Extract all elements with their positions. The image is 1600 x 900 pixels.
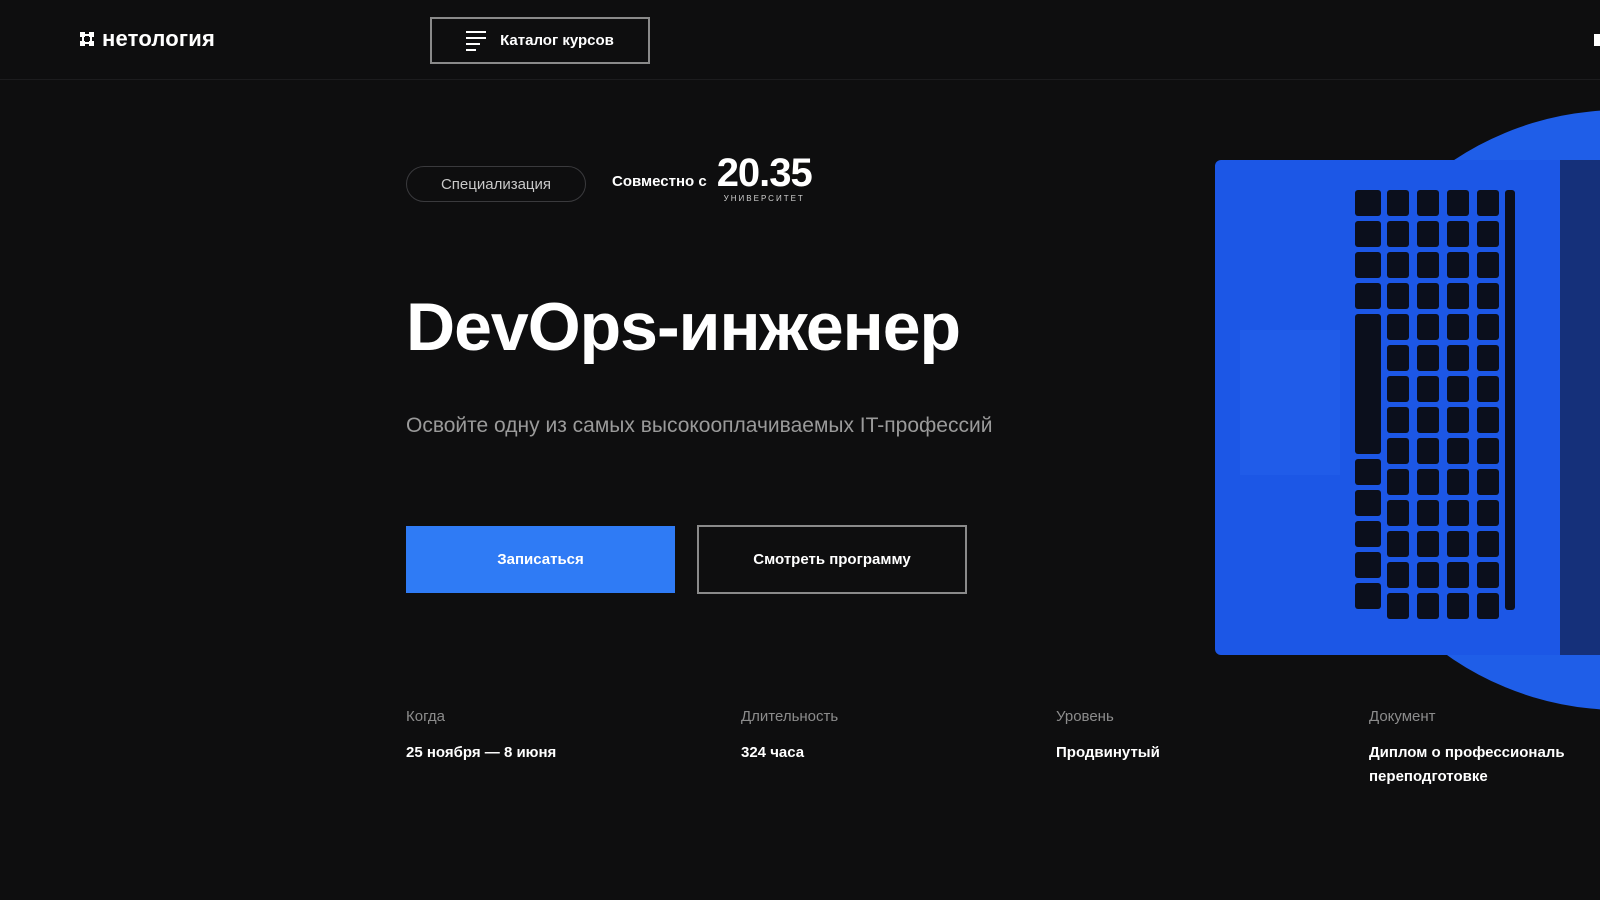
- keyboard-key: [1447, 314, 1469, 340]
- keyboard-key: [1447, 438, 1469, 464]
- enroll-button[interactable]: Записаться: [406, 526, 675, 593]
- logo-text: нетология: [102, 26, 216, 51]
- keyboard-key: [1355, 583, 1381, 609]
- keyboard-key: [1477, 190, 1499, 216]
- keyboard-key: [1387, 407, 1409, 433]
- keyboard-key: [1387, 252, 1409, 278]
- keyboard-key: [1447, 469, 1469, 495]
- keyboard-key: [1387, 500, 1409, 526]
- keyboard-key: [1447, 376, 1469, 402]
- keyboard-key: [1447, 252, 1469, 278]
- keyboard-key: [1355, 552, 1381, 578]
- keyboard-key: [1505, 190, 1515, 610]
- keyboard-key: [1417, 252, 1439, 278]
- catalog-button[interactable]: Каталог курсов: [430, 17, 650, 64]
- partner-prefix: Совместно с: [612, 173, 707, 190]
- keyboard-key: [1417, 593, 1439, 619]
- keyboard-key: [1417, 314, 1439, 340]
- keyboard-key: [1477, 562, 1499, 588]
- keyboard-key: [1355, 521, 1381, 547]
- keyboard-key: [1477, 438, 1499, 464]
- keyboard-key: [1417, 469, 1439, 495]
- partner-logo-subtitle: УНИВЕРСИТЕТ: [723, 194, 805, 203]
- keyboard-key: [1387, 221, 1409, 247]
- keyboard-key: [1387, 438, 1409, 464]
- keyboard-key: [1387, 593, 1409, 619]
- keyboard-key: [1477, 469, 1499, 495]
- keyboard-key: [1447, 531, 1469, 557]
- fact-value: 25 ноября — 8 июня: [406, 744, 557, 761]
- specialization-tag: Специализация: [406, 166, 586, 202]
- fact-value: Продвинутый: [1056, 744, 1160, 761]
- university-2035-logo: 20.35 УНИВЕРСИТЕТ: [716, 151, 813, 203]
- netology-logo-icon: [78, 30, 96, 48]
- page-title: DevOps-инженер: [406, 289, 961, 365]
- keyboard-key: [1387, 314, 1409, 340]
- site-header: нетология Каталог курсов: [0, 0, 1600, 80]
- keyboard-key: [1477, 593, 1499, 619]
- keyboard-key: [1417, 562, 1439, 588]
- keyboard-key: [1477, 500, 1499, 526]
- fact-when: Когда 25 ноября — 8 июня: [406, 708, 556, 765]
- keyboard-key: [1387, 283, 1409, 309]
- keyboard-key: [1477, 376, 1499, 402]
- keyboard-key: [1417, 221, 1439, 247]
- keyboard-key: [1477, 345, 1499, 371]
- keyboard-key: [1477, 407, 1499, 433]
- keyboard-key: [1477, 221, 1499, 247]
- keyboard-key: [1447, 500, 1469, 526]
- keyboard-key: [1387, 190, 1409, 216]
- keyboard-key: [1447, 562, 1469, 588]
- keyboard-key: [1447, 407, 1469, 433]
- keyboard-key: [1355, 459, 1381, 485]
- keyboard-key: [1387, 469, 1409, 495]
- keyboard-key: [1417, 190, 1439, 216]
- keyboard-key: [1417, 345, 1439, 371]
- keyboard-key: [1355, 283, 1381, 309]
- keyboard-key: [1387, 345, 1409, 371]
- keyboard-key: [1355, 490, 1381, 516]
- header-right-edge-icon[interactable]: [1594, 34, 1600, 46]
- menu-lines-icon: [466, 30, 487, 51]
- keyboard-key: [1447, 593, 1469, 619]
- laptop-illustration: [1200, 90, 1600, 730]
- keyboard-key: [1477, 252, 1499, 278]
- keyboard-key: [1417, 438, 1439, 464]
- fact-value: 324 часа: [741, 744, 805, 761]
- netology-logo[interactable]: нетология: [78, 26, 215, 52]
- keyboard-key: [1417, 407, 1439, 433]
- keyboard-key: [1477, 531, 1499, 557]
- fact-duration: Длительность 324 часа: [741, 708, 838, 765]
- keyboard-key: [1417, 531, 1439, 557]
- keyboard-key: [1355, 314, 1381, 454]
- partner-block: Совместно с 20.35 УНИВЕРСИТЕТ: [612, 151, 813, 203]
- fact-level: Уровень Продвинутый: [1056, 708, 1160, 765]
- keyboard-key: [1477, 283, 1499, 309]
- laptop-keyboard-icon: [1215, 110, 1600, 710]
- fact-label: Длительность: [741, 708, 839, 725]
- fact-label: Уровень: [1056, 708, 1114, 725]
- view-program-button[interactable]: Смотреть программу: [697, 525, 967, 594]
- page-subtitle: Освойте одну из самых высокооплачиваемых…: [406, 414, 993, 437]
- keyboard-key: [1447, 190, 1469, 216]
- keyboard-key: [1355, 221, 1381, 247]
- keyboard-key: [1355, 190, 1381, 216]
- keyboard-key: [1387, 531, 1409, 557]
- fact-label: Когда: [406, 708, 445, 725]
- landing-page: нетология Каталог курсов Специализация С…: [0, 0, 1600, 900]
- keyboard-key: [1477, 314, 1499, 340]
- partner-logo-number: 20.35: [716, 151, 813, 195]
- keyboard-key: [1417, 376, 1439, 402]
- keyboard-key: [1417, 500, 1439, 526]
- keyboard-key: [1387, 376, 1409, 402]
- keyboard-key: [1447, 345, 1469, 371]
- keyboard-key: [1355, 252, 1381, 278]
- keyboard-key: [1447, 283, 1469, 309]
- keyboard-key: [1447, 221, 1469, 247]
- keyboard-key: [1417, 283, 1439, 309]
- fact-value: Диплом о профессиональ переподготовке: [1369, 744, 1565, 785]
- catalog-button-label: Каталог курсов: [500, 32, 614, 49]
- keyboard-key: [1387, 562, 1409, 588]
